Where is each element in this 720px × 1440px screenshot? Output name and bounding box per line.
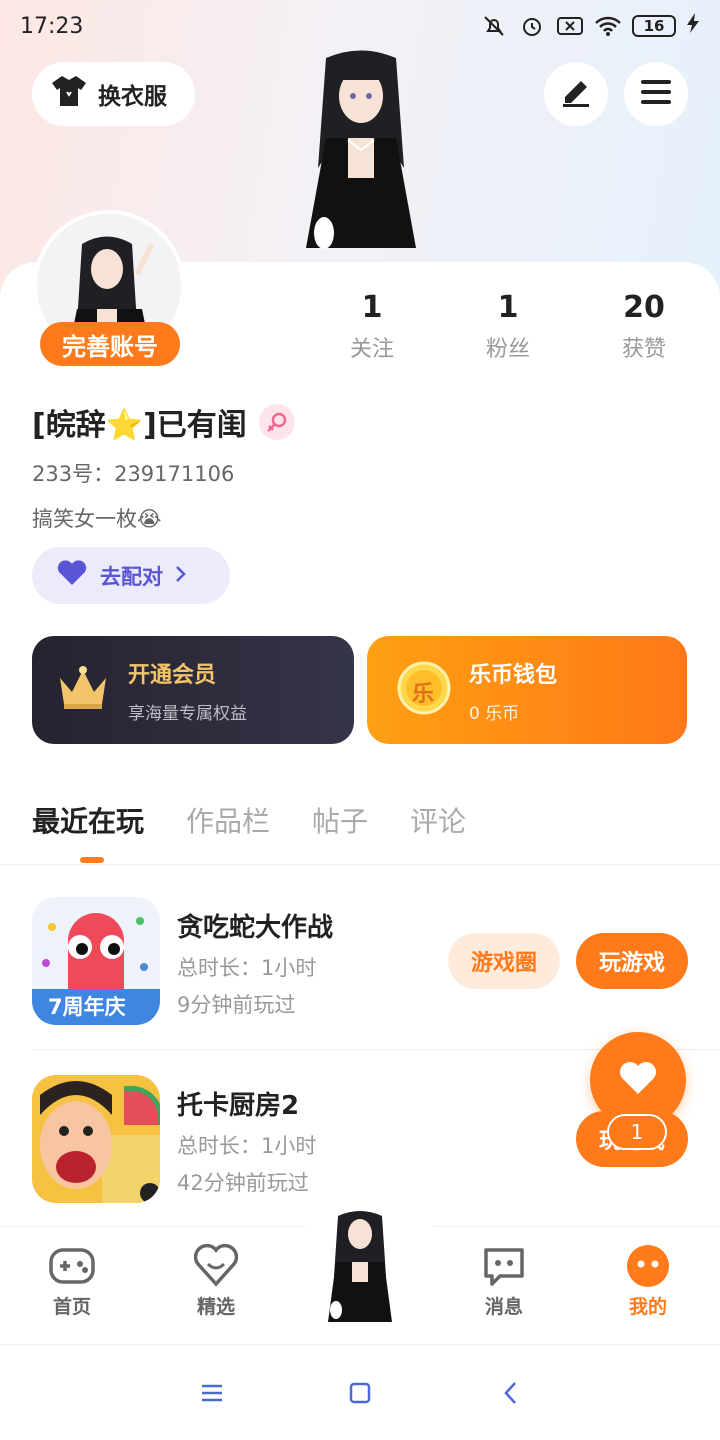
nav-home[interactable]: 首页 (22, 1244, 122, 1319)
profile-face-icon (624, 1244, 672, 1288)
gamepad-icon (48, 1244, 96, 1288)
complete-account-button[interactable]: 完善账号 (40, 322, 180, 366)
game-title: 托卡厨房2 (177, 1091, 300, 1121)
heart-icon (618, 1060, 658, 1100)
crown-icon (56, 664, 110, 716)
user-id: 233号：239171106 (32, 462, 235, 486)
pencil-icon (559, 75, 593, 113)
nav-profile-label: 我的 (628, 1296, 667, 1318)
heart-chat-icon (192, 1243, 240, 1288)
game-row[interactable]: 7周年庆 贪吃蛇大作战 总时长：1小时 9分钟前玩过 游戏圈 玩游戏 (32, 897, 720, 1027)
stat-following-label: 关注 (349, 337, 394, 362)
status-bar: 17:23 16 (0, 0, 720, 52)
game-circle-button[interactable]: 游戏圈 (448, 933, 560, 989)
battery-icon: 16 (632, 15, 676, 37)
tab-indicator (80, 857, 104, 863)
nav-avatar-center[interactable] (310, 1206, 410, 1326)
stat-following[interactable]: 1 关注 (317, 290, 427, 363)
hamburger-icon (639, 77, 673, 111)
tab-recent-play[interactable]: 最近在玩 (32, 800, 144, 840)
vip-subtitle: 享海量专属权益 (128, 703, 247, 724)
vip-title: 开通会员 (128, 662, 217, 688)
mute-bell-icon (480, 12, 508, 40)
charging-icon (686, 12, 700, 40)
stat-fans-value: 1 (497, 290, 519, 325)
avatar-character-full[interactable] (286, 48, 436, 262)
female-icon (258, 404, 295, 440)
tshirt-icon (50, 74, 88, 114)
tab-works[interactable]: 作品栏 (186, 800, 270, 840)
status-time: 17:23 (20, 13, 84, 39)
game-last-played: 42分钟前玩过 (177, 1171, 309, 1195)
nav-featured[interactable]: 精选 (166, 1243, 266, 1319)
wifi-icon (594, 12, 622, 40)
stat-fans-label: 粉丝 (485, 337, 530, 362)
no-sim-icon (556, 12, 584, 40)
stat-likes-value: 20 (623, 290, 665, 325)
home-square-icon[interactable] (345, 1378, 375, 1408)
stat-fans[interactable]: 1 粉丝 (453, 290, 563, 363)
snake-game-icon[interactable]: 7周年庆 (32, 897, 160, 1025)
coin-char: 乐 (412, 682, 435, 707)
match-label: 去配对 (100, 564, 163, 589)
wallet-subtitle: 0 乐币 (469, 703, 520, 724)
tab-posts[interactable]: 帖子 (312, 800, 368, 840)
back-arrow-icon[interactable] (496, 1378, 526, 1408)
nav-messages-label: 消息 (484, 1296, 523, 1318)
nav-messages[interactable]: 消息 (454, 1244, 554, 1319)
chevron-right-icon (175, 564, 187, 588)
stat-likes[interactable]: 20 获赞 (589, 290, 699, 363)
nav-home-label: 首页 (52, 1296, 91, 1318)
wallet-title: 乐币钱包 (469, 662, 558, 688)
username-row: [皖辞⭐]已有闺 (32, 400, 295, 444)
recent-apps-icon[interactable] (197, 1378, 227, 1408)
anniversary-badge: 7周年庆 (48, 995, 126, 1019)
change-outfit-label: 换衣服 (98, 84, 167, 110)
change-outfit-button[interactable]: 换衣服 (32, 62, 195, 126)
profile-tabs: 最近在玩 作品栏 帖子 评论 (32, 800, 466, 840)
toca-kitchen-icon[interactable] (32, 1075, 160, 1203)
edit-profile-button[interactable] (544, 62, 608, 126)
menu-button[interactable] (624, 62, 688, 126)
game-last-played: 9分钟前玩过 (177, 993, 296, 1017)
alarm-icon (518, 12, 546, 40)
play-game-button[interactable]: 玩游戏 (576, 933, 688, 989)
heart-icon (56, 559, 88, 592)
stat-likes-label: 获赞 (621, 337, 666, 362)
game-duration: 总时长：1小时 (177, 1134, 317, 1158)
stat-following-value: 1 (361, 290, 383, 325)
vip-card[interactable]: 开通会员 享海量专属权益 (32, 636, 354, 744)
likes-fab-count: 1 (607, 1114, 667, 1150)
nav-featured-label: 精选 (196, 1296, 235, 1318)
match-button[interactable]: 去配对 (32, 547, 230, 604)
tabs-divider (0, 864, 720, 865)
nav-profile[interactable]: 我的 (598, 1244, 698, 1319)
game-title: 贪吃蛇大作战 (177, 913, 334, 943)
game-duration: 总时长：1小时 (177, 956, 317, 980)
username: [皖辞⭐]已有闺 (32, 408, 247, 443)
user-bio: 搞笑女一枚😭 (32, 507, 162, 531)
tab-comments[interactable]: 评论 (410, 800, 466, 840)
message-icon (480, 1244, 528, 1288)
